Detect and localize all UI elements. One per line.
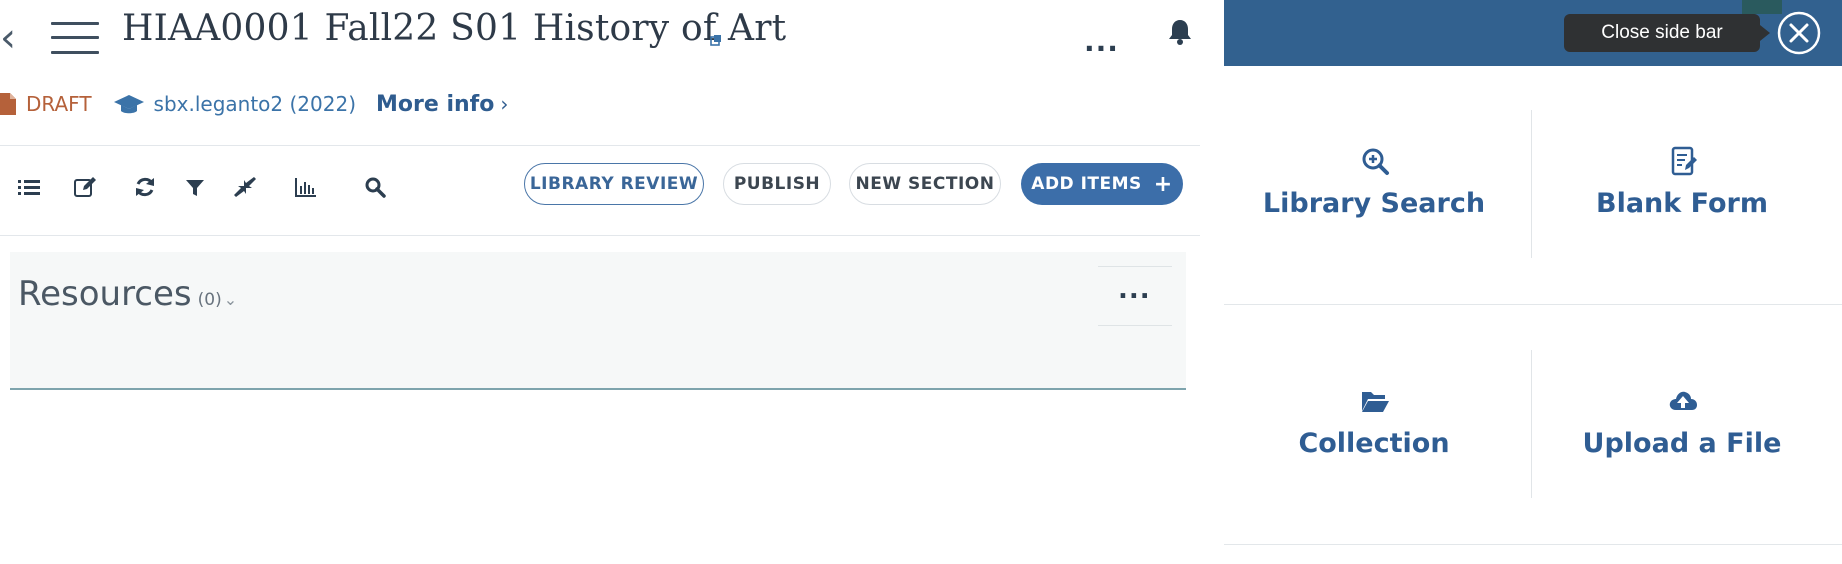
plus-icon: + (1153, 171, 1173, 197)
section-title: Resources (18, 274, 192, 314)
divider (0, 235, 1200, 236)
add-items-side-bar: Close side bar Library Search Blank Form (1224, 0, 1842, 564)
divider (1224, 304, 1842, 305)
graduation-cap-icon (113, 95, 144, 114)
blank-form-option[interactable]: Blank Form (1532, 112, 1832, 262)
section-count: (0) (197, 290, 222, 310)
more-dots-icon: ... (1118, 275, 1151, 305)
blank-form-label: Blank Form (1596, 188, 1768, 219)
collection-label: Collection (1298, 428, 1450, 459)
cloud-upload-icon (1669, 391, 1697, 410)
divider (0, 145, 1200, 146)
header-more-button[interactable]: ... (1084, 28, 1119, 56)
folder-open-icon (1362, 392, 1389, 412)
course-code[interactable]: sbx.leganto2 (2022) (154, 92, 356, 116)
search-icon[interactable] (362, 174, 388, 200)
divider (1224, 544, 1842, 545)
course-meta-row: DRAFT sbx.leganto2 (2022) More info › (0, 88, 508, 120)
add-items-button[interactable]: ADD ITEMS + (1021, 163, 1183, 205)
chevron-right-icon: › (500, 92, 509, 116)
filter-icon[interactable] (182, 174, 208, 200)
analytics-chart-icon[interactable] (292, 174, 318, 200)
close-icon[interactable] (1776, 10, 1822, 56)
bell-icon[interactable] (1167, 18, 1193, 46)
file-icon (0, 93, 16, 115)
list-view-icon[interactable] (16, 174, 42, 200)
add-items-label: ADD ITEMS (1031, 174, 1142, 194)
close-side-bar-tooltip: Close side bar (1564, 14, 1760, 52)
library-review-button[interactable]: LIBRARY REVIEW (524, 163, 704, 205)
publish-button[interactable]: PUBLISH (723, 163, 831, 205)
external-link-icon[interactable] (710, 34, 722, 46)
collapse-icon[interactable] (232, 174, 258, 200)
reading-list-panel: ‹ HIAA0001 Fall22 S01 History of Art ...… (0, 0, 1224, 564)
status-badge: DRAFT (26, 92, 92, 116)
back-chevron-icon[interactable]: ‹ (0, 18, 16, 58)
side-bar-header: Close side bar (1224, 0, 1842, 66)
new-section-button[interactable]: NEW SECTION (849, 163, 1001, 205)
course-title: HIAA0001 Fall22 S01 History of Art (122, 8, 787, 49)
library-search-label: Library Search (1262, 188, 1486, 219)
tooltip-arrow (1760, 25, 1770, 41)
upload-file-label: Upload a File (1582, 428, 1782, 459)
library-search-option[interactable]: Library Search (1224, 112, 1524, 262)
upload-file-option[interactable]: Upload a File (1532, 352, 1832, 502)
more-info-link[interactable]: More info (376, 92, 494, 117)
hamburger-menu-icon[interactable] (51, 20, 99, 56)
refresh-icon[interactable] (132, 174, 158, 200)
edit-icon[interactable] (72, 174, 98, 200)
search-plus-icon (1362, 148, 1389, 175)
section-more-button[interactable]: ... (1098, 266, 1172, 326)
collection-option[interactable]: Collection (1224, 352, 1524, 502)
section-header[interactable]: Resources (0) ⌄ (18, 274, 237, 314)
form-edit-icon (1671, 146, 1697, 176)
top-bar: ‹ HIAA0001 Fall22 S01 History of Art ... (0, 0, 1224, 70)
section-card: Resources (0) ⌄ ... (10, 252, 1186, 390)
chevron-down-icon[interactable]: ⌄ (224, 290, 237, 309)
